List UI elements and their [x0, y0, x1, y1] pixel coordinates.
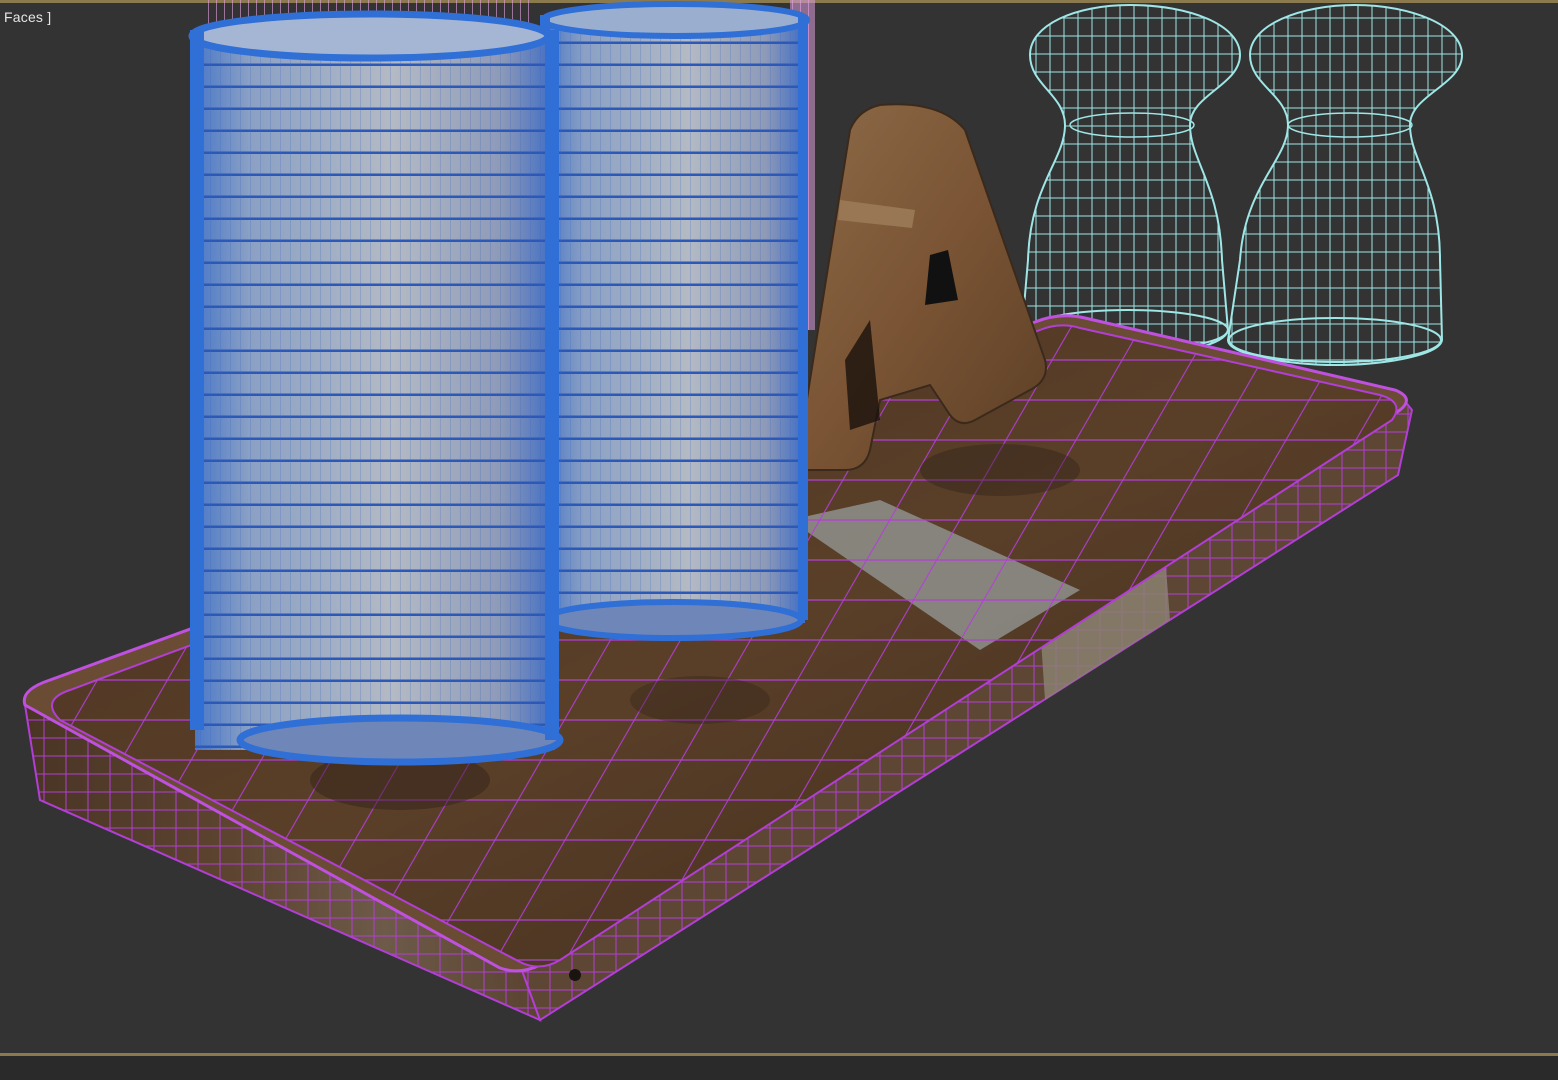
- viewport-3d-scene[interactable]: [0, 0, 1558, 1056]
- tall-cylinder-right[interactable]: [540, 1, 810, 641]
- viewport-bottom-strip: [0, 1056, 1558, 1080]
- cyan-wire-vase-right[interactable]: [1226, 3, 1464, 367]
- perspective-viewport[interactable]: Faces ]: [0, 0, 1558, 1080]
- viewport-shading-label[interactable]: Faces ]: [4, 9, 51, 25]
- tall-cylinder-left[interactable]: [188, 10, 564, 766]
- cyan-wire-vase-left[interactable]: [1020, 3, 1242, 357]
